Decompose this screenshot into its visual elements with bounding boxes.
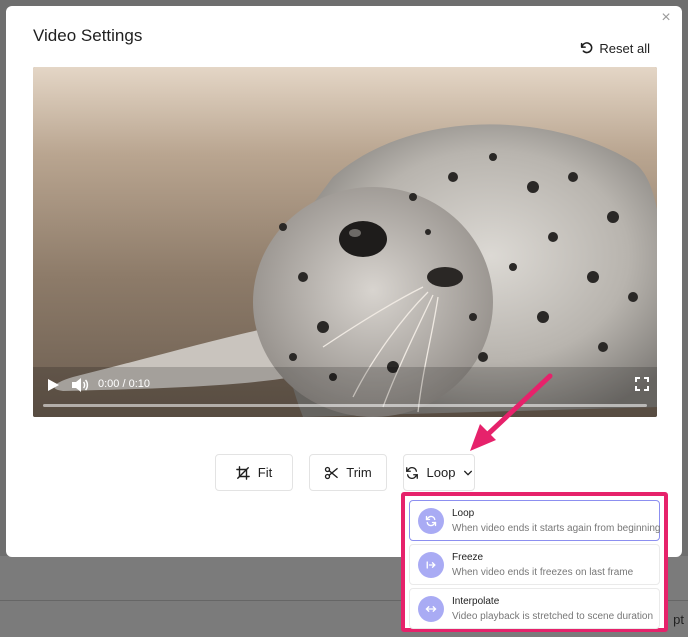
option-description: When video ends it starts again from beg… xyxy=(452,522,661,534)
progress-bar[interactable] xyxy=(43,404,647,407)
volume-button[interactable] xyxy=(71,377,89,393)
loop-option-icon xyxy=(418,507,444,534)
time-label: 0:00 / 0:10 xyxy=(98,378,150,390)
fit-button[interactable]: Fit xyxy=(215,454,293,491)
fit-label: Fit xyxy=(257,465,273,480)
reset-all-button[interactable]: Reset all xyxy=(579,38,650,58)
trim-button[interactable]: Trim xyxy=(309,454,387,491)
close-button[interactable]: × xyxy=(658,10,674,26)
close-icon: × xyxy=(661,9,671,26)
video-frame-seal xyxy=(33,67,657,417)
option-description: When video ends it freezes on last frame xyxy=(452,566,634,578)
loop-label: Loop xyxy=(426,465,456,480)
play-button[interactable] xyxy=(45,377,61,393)
trim-label: Trim xyxy=(346,465,372,480)
video-settings-modal: Video Settings × Reset all 0:00 / 0:10 F… xyxy=(6,6,682,557)
loop-mode-dropdown: Loop When video ends it starts again fro… xyxy=(401,492,668,632)
backdrop-text: pt xyxy=(673,612,684,627)
volume-icon xyxy=(72,378,89,392)
option-description: Video playback is stretched to scene dur… xyxy=(452,610,654,622)
loop-icon xyxy=(405,466,418,479)
chevron-down-icon xyxy=(464,470,473,476)
loop-dropdown-button[interactable]: Loop xyxy=(403,454,475,491)
modal-title: Video Settings xyxy=(33,26,143,45)
reset-icon xyxy=(581,42,593,54)
video-controls: 0:00 / 0:10 xyxy=(33,367,657,417)
option-title: Freeze xyxy=(452,551,484,563)
option-loop[interactable]: Loop When video ends it starts again fro… xyxy=(409,500,660,541)
video-player[interactable]: 0:00 / 0:10 xyxy=(33,67,657,417)
play-icon xyxy=(48,379,59,391)
fullscreen-icon xyxy=(635,377,649,391)
fullscreen-button[interactable] xyxy=(635,377,649,391)
reset-all-label: Reset all xyxy=(599,40,650,56)
crop-icon xyxy=(235,465,250,480)
interpolate-icon xyxy=(418,595,444,622)
scissors-icon xyxy=(325,466,339,479)
option-title: Interpolate xyxy=(452,595,500,607)
option-title: Loop xyxy=(452,507,475,519)
option-freeze[interactable]: Freeze When video ends it freezes on las… xyxy=(409,544,660,585)
option-interpolate[interactable]: Interpolate Video playback is stretched … xyxy=(409,588,660,629)
freeze-icon xyxy=(418,551,444,578)
